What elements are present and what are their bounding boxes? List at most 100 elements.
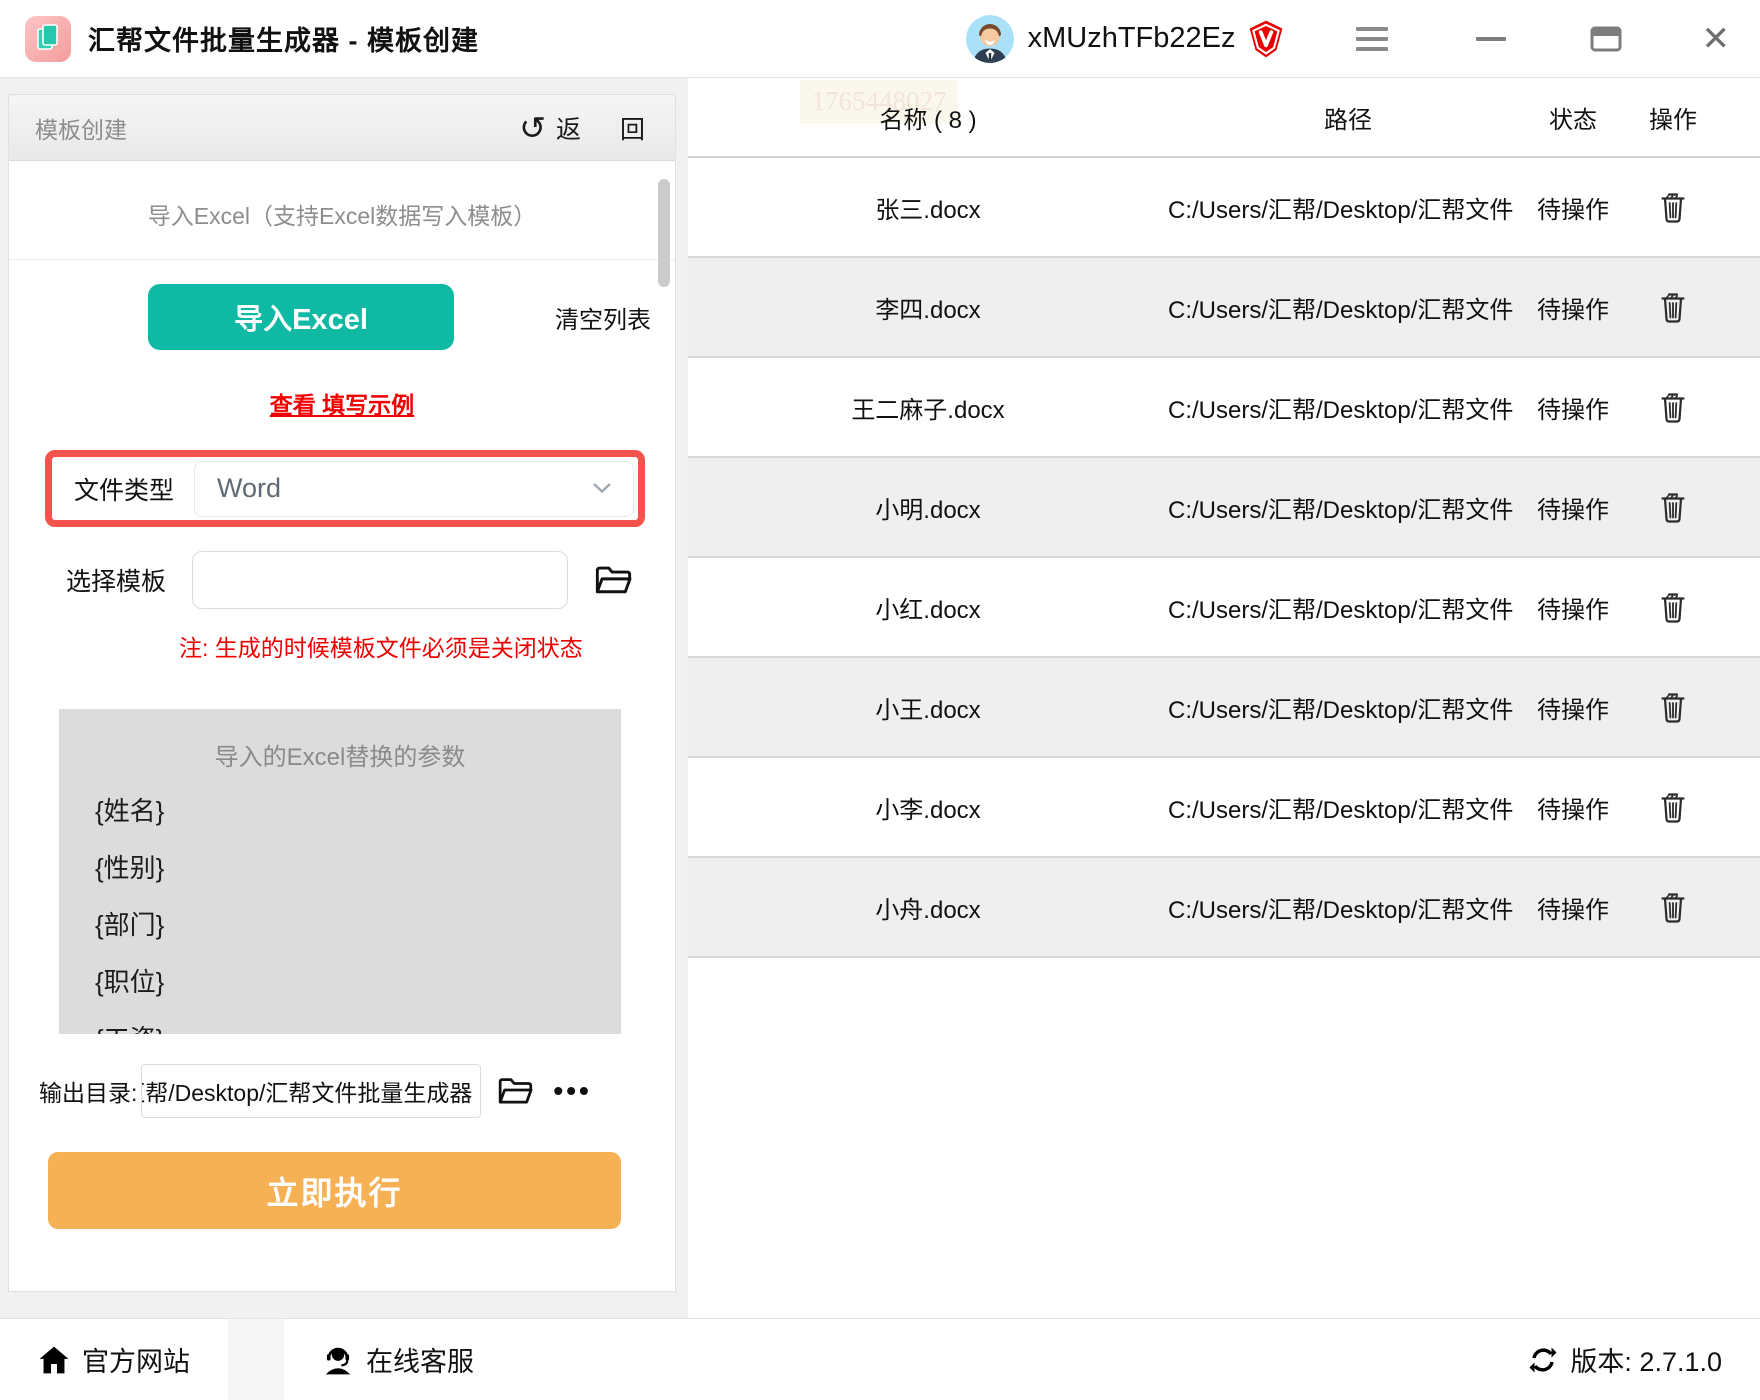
file-type-value: Word [217,473,282,503]
delete-icon[interactable] [1658,290,1688,324]
app-window: 汇帮文件批量生成器 - 模板创建 xMUzhTFb22Ez ✕ 模板创建 ↺ 返… [0,0,1760,1400]
folder-icon[interactable] [594,564,632,596]
file-status: 待操作 [1537,796,1609,824]
support-label: 在线客服 [366,1347,474,1377]
clear-list-button[interactable]: 清空列表 [555,300,651,335]
minimize-icon[interactable] [1475,36,1506,41]
file-status: 待操作 [1537,596,1609,624]
example-row: 查看 填写示例 [9,386,675,420]
delete-icon[interactable] [1658,890,1688,924]
column-path: 路径 [1324,106,1372,134]
file-path: C:/Users/汇帮/Desktop/汇帮文件 [1168,496,1514,524]
file-status: 待操作 [1537,196,1609,224]
file-path: C:/Users/汇帮/Desktop/汇帮文件 [1168,296,1514,324]
file-path: C:/Users/汇帮/Desktop/汇帮文件 [1168,196,1514,224]
chevron-down-icon [593,480,611,498]
file-path: C:/Users/汇帮/Desktop/汇帮文件 [1168,396,1514,424]
file-path: C:/Users/汇帮/Desktop/汇帮文件 [1168,896,1514,924]
table-row: 王二麻子.docx C:/Users/汇帮/Desktop/汇帮文件 待操作 [688,358,1760,458]
file-path: C:/Users/汇帮/Desktop/汇帮文件 [1168,796,1514,824]
table-row: 小明.docx C:/Users/汇帮/Desktop/汇帮文件 待操作 [688,458,1760,558]
back-button[interactable]: ↺ 返 回 [519,110,645,146]
delete-icon[interactable] [1658,690,1688,724]
delete-icon[interactable] [1658,390,1688,424]
menu-icon[interactable] [1355,26,1388,51]
template-row: 选择模板 [9,551,675,609]
maximize-icon[interactable] [1590,25,1622,53]
file-name: 小红.docx [875,596,981,624]
import-row: 导入Excel 清空列表 [9,284,675,350]
main-content: 模板创建 ↺ 返 回 导入Excel（支持Excel数据写入模板） 导入Exce… [0,78,1760,1318]
param-item: {部门} [95,910,165,940]
column-name: 名称 ( 8 ) [879,106,977,134]
params-list: {姓名} {性别} {部门} {职位} {工资} [95,781,621,1034]
file-table: 1765448027 名称 ( 8 ) 路径 状态 操作 张三.docx C:/… [688,78,1760,1318]
version-label: 版本: 2.7.1.0 [1570,1347,1722,1377]
table-row: 小李.docx C:/Users/汇帮/Desktop/汇帮文件 待操作 [688,758,1760,858]
file-name: 小王.docx [875,696,981,724]
footer: 官方网站 在线客服 版本: 2.7.1.0 [0,1318,1760,1400]
example-link[interactable]: 查看 填写示例 [270,392,414,418]
param-item: {姓名} [95,796,165,826]
import-excel-button[interactable]: 导入Excel [148,284,454,350]
refresh-icon[interactable] [1528,1345,1558,1375]
delete-icon[interactable] [1658,790,1688,824]
param-item: {职位} [95,967,165,997]
table-row: 张三.docx C:/Users/汇帮/Desktop/汇帮文件 待操作 [688,158,1760,258]
file-status: 待操作 [1537,296,1609,324]
output-dir-input[interactable]: 汇帮/Desktop/汇帮文件批量生成器 [141,1064,482,1118]
file-name: 王二麻子.docx [851,396,1005,424]
file-name: 李四.docx [875,296,981,324]
customer-service-icon [322,1344,354,1376]
file-name: 小明.docx [875,496,981,524]
execute-button[interactable]: 立即执行 [48,1152,621,1229]
home-icon [38,1345,70,1375]
table-body: 张三.docx C:/Users/汇帮/Desktop/汇帮文件 待操作 李四.… [688,158,1760,958]
params-title: 导入的Excel替换的参数 [214,744,466,771]
table-row: 小舟.docx C:/Users/汇帮/Desktop/汇帮文件 待操作 [688,858,1760,958]
app-title: 汇帮文件批量生成器 - 模板创建 [88,26,479,56]
file-status: 待操作 [1537,896,1609,924]
version-area: 版本: 2.7.1.0 [1528,1340,1722,1379]
file-type-select[interactable]: Word [194,460,634,517]
file-type-label: 文件类型 [74,476,175,505]
template-create-panel: 模板创建 ↺ 返 回 导入Excel（支持Excel数据写入模板） 导入Exce… [8,94,676,1292]
import-hint: 导入Excel（支持Excel数据写入模板） [9,197,675,260]
file-status: 待操作 [1537,396,1609,424]
table-row: 小王.docx C:/Users/汇帮/Desktop/汇帮文件 待操作 [688,658,1760,758]
username: xMUzhTFb22Ez [1027,22,1236,54]
official-site-label: 官方网站 [82,1347,190,1377]
table-row: 小红.docx C:/Users/汇帮/Desktop/汇帮文件 待操作 [688,558,1760,658]
panel-header: 模板创建 ↺ 返 回 [9,95,675,161]
column-action: 操作 [1649,106,1697,134]
output-dir-value: 汇帮/Desktop/汇帮文件批量生成器 [141,1080,473,1106]
file-name: 张三.docx [875,196,981,224]
avatar[interactable] [965,14,1014,63]
table-row: 李四.docx C:/Users/汇帮/Desktop/汇帮文件 待操作 [688,258,1760,358]
support-link[interactable]: 在线客服 [322,1340,474,1379]
file-name: 小李.docx [875,796,981,824]
param-item: {工资} [95,1009,621,1034]
file-path: C:/Users/汇帮/Desktop/汇帮文件 [1168,696,1514,724]
delete-icon[interactable] [1658,490,1688,524]
template-label: 选择模板 [66,568,167,596]
output-row: 输出目录: 汇帮/Desktop/汇帮文件批量生成器 ••• [9,1064,675,1118]
vip-badge-icon[interactable] [1248,19,1284,59]
delete-icon[interactable] [1658,190,1688,224]
scrollbar-thumb[interactable] [658,179,670,287]
titlebar: 汇帮文件批量生成器 - 模板创建 xMUzhTFb22Ez ✕ [0,0,1760,78]
official-site-link[interactable]: 官方网站 [38,1340,190,1379]
file-path: C:/Users/汇帮/Desktop/汇帮文件 [1168,596,1514,624]
file-status: 待操作 [1537,696,1609,724]
file-name: 小舟.docx [875,896,981,924]
template-input[interactable] [192,551,569,609]
delete-icon[interactable] [1658,590,1688,624]
folder-icon[interactable] [497,1076,533,1106]
close-icon[interactable]: ✕ [1702,22,1731,56]
table-header: 名称 ( 8 ) 路径 状态 操作 [688,78,1760,158]
panel-title: 模板创建 [35,116,127,143]
params-box: 导入的Excel替换的参数 {姓名} {性别} {部门} {职位} {工资} [59,709,621,1034]
file-status: 待操作 [1537,496,1609,524]
more-options-button[interactable]: ••• [553,1075,591,1107]
column-status: 状态 [1549,106,1597,134]
